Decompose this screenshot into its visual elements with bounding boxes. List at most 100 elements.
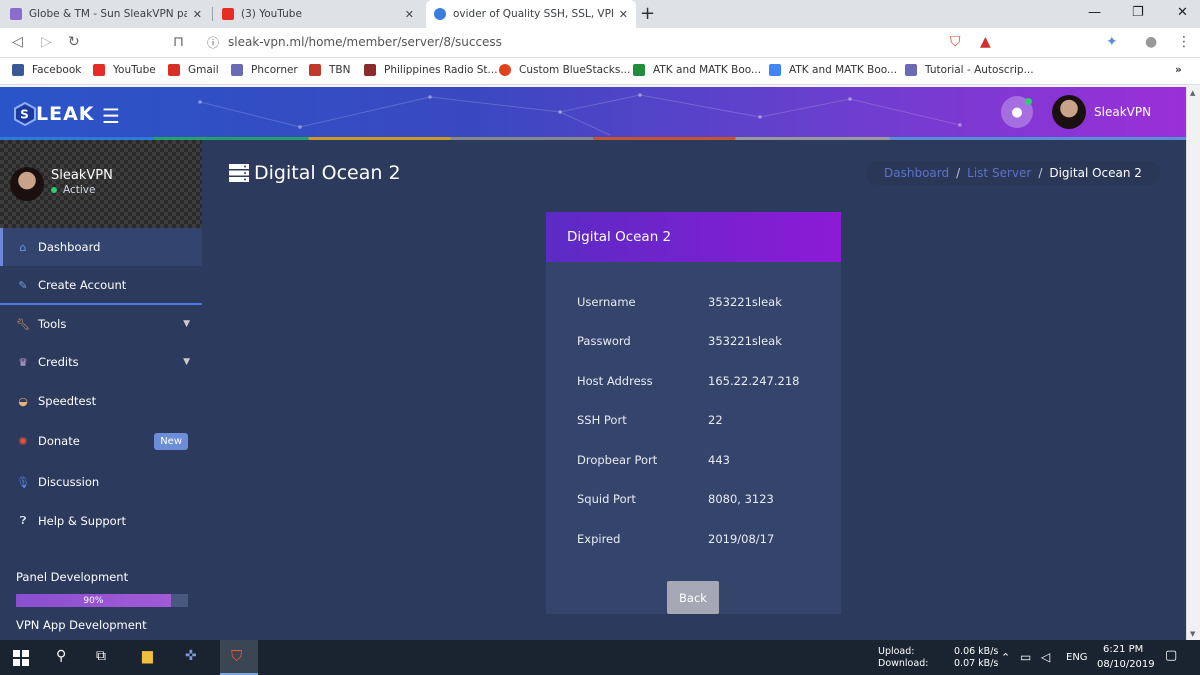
bookmark-atk-matk-2[interactable]: ATK and MATK Boo... xyxy=(769,64,897,76)
close-tab-icon[interactable]: ✕ xyxy=(405,8,414,21)
logo-text: LEAK xyxy=(36,103,95,125)
sidebar-item-discussion[interactable]: 🎙︎ Discussion xyxy=(0,463,202,501)
profile-name: SleakVPN xyxy=(51,168,113,183)
volume-icon[interactable]: ◁ xyxy=(1041,650,1050,664)
clock-date[interactable]: 08/10/2019 xyxy=(1097,659,1155,670)
bookmark-label: TBN xyxy=(329,64,351,76)
sidebar-item-credits[interactable]: ♛ Credits ▼ xyxy=(0,343,202,381)
header-username[interactable]: SleakVPN xyxy=(1094,105,1151,119)
reload-icon[interactable]: ↻ xyxy=(68,34,80,50)
breadcrumb-list-server[interactable]: List Server xyxy=(967,166,1031,180)
sheets-icon xyxy=(633,64,645,76)
notifications-icon[interactable]: ▢ xyxy=(1165,648,1177,663)
bookmark-phcorner[interactable]: Phcorner xyxy=(231,64,298,76)
bookmark-label: Phcorner xyxy=(251,64,298,76)
upload-label: Upload: xyxy=(878,646,915,657)
mic-icon: 🎙︎ xyxy=(16,475,30,489)
browser-tab-sleakvpn-panel[interactable]: Globe & TM - Sun SleakVPN panel ✕ xyxy=(2,0,210,28)
bookmark-custom-bluestacks[interactable]: Custom BlueStacks... xyxy=(499,64,630,76)
sidebar-item-speedtest[interactable]: ◒ Speedtest xyxy=(0,382,202,420)
gmail-icon xyxy=(168,64,180,76)
browser-tab-active[interactable]: ovider of Quality SSH, SSL, VPN ac ✕ xyxy=(426,0,636,28)
youtube-favicon-icon xyxy=(222,8,234,20)
header-avatar[interactable] xyxy=(1052,95,1086,129)
task-view-icon[interactable]: ⧉ xyxy=(96,648,106,664)
question-icon: ❓︎ xyxy=(19,514,27,527)
close-window-icon[interactable]: ✕ xyxy=(1177,5,1188,20)
browser-tab-youtube[interactable]: (3) YouTube ✕ xyxy=(214,0,422,28)
bookmark-icon[interactable]: ⊓ xyxy=(173,34,184,50)
detail-key: Username xyxy=(577,295,636,309)
taskbar: ⚲ ⧉ ▆ ✜ ⛉ Upload: Download: 0.06 kB/s 0.… xyxy=(0,640,1200,675)
detail-value: 8080, 3123 xyxy=(708,492,774,506)
profile-icon[interactable]: ● xyxy=(1145,34,1157,50)
minimize-icon[interactable]: — xyxy=(1088,5,1101,20)
sidebar-item-donate[interactable]: ✺ Donate New xyxy=(0,422,202,460)
bookmark-facebook[interactable]: Facebook xyxy=(12,64,81,76)
site-info-icon[interactable]: ⓘ xyxy=(207,34,219,51)
sidebar-item-label: Tools xyxy=(38,317,67,331)
new-badge: New xyxy=(154,432,188,450)
app-logo[interactable]: S LEAK xyxy=(14,102,95,126)
download-label: Download: xyxy=(878,658,929,669)
bookmark-atk-matk-1[interactable]: ATK and MATK Boo... xyxy=(633,64,761,76)
clock-time[interactable]: 6:21 PM xyxy=(1103,644,1143,655)
brave-icon: ⛉ xyxy=(231,647,243,665)
forward-nav-icon[interactable]: ▷ xyxy=(41,34,52,50)
close-tab-icon[interactable]: ✕ xyxy=(193,8,202,21)
sidebar-item-label: Discussion xyxy=(38,475,100,489)
search-icon[interactable]: ⚲ xyxy=(56,648,66,664)
brave-shield-icon[interactable]: ⛉ xyxy=(950,34,961,50)
site-favicon-icon xyxy=(434,8,446,20)
bookmark-tutorial[interactable]: Tutorial - Autoscrip... xyxy=(905,64,1034,76)
bookmark-tbn[interactable]: TBN xyxy=(309,64,350,76)
browser-menu-icon[interactable]: ⋮ xyxy=(1177,34,1191,50)
detail-row-host-address: Host Address 165.22.247.218 xyxy=(577,374,817,390)
brave-rewards-icon[interactable]: ▲ xyxy=(980,34,991,50)
bookmark-gmail[interactable]: Gmail xyxy=(168,64,219,76)
progress-title-panel: Panel Development xyxy=(16,570,129,584)
bookmark-label: ATK and MATK Boo... xyxy=(653,64,762,76)
crown-icon: ♛ xyxy=(18,355,28,369)
wrench-icon: 🔧︎ xyxy=(16,317,30,331)
download-value: 0.07 kB/s xyxy=(954,658,999,669)
page-scrollbar[interactable]: ▲ ▼ xyxy=(1186,87,1200,640)
chevron-up-icon[interactable]: ⌃ xyxy=(1001,651,1010,664)
detail-row-username: Username 353221sleak xyxy=(577,295,817,311)
back-nav-icon[interactable]: ◁ xyxy=(12,34,23,50)
sidebar-item-label: Create Account xyxy=(38,278,127,292)
file-explorer-icon[interactable]: ▆ xyxy=(142,648,153,664)
bookmark-philippines-radio[interactable]: Philippines Radio St... xyxy=(364,64,498,76)
language-indicator[interactable]: ENG xyxy=(1066,652,1088,663)
home-icon: ⌂ xyxy=(19,240,27,254)
windows-start-icon[interactable] xyxy=(13,650,29,666)
detail-value: 443 xyxy=(708,453,730,467)
detail-row-password: Password 353221sleak xyxy=(577,334,817,350)
sidebar-item-dashboard[interactable]: ⌂ Dashboard xyxy=(0,228,202,266)
bookmark-label: Custom BlueStacks... xyxy=(519,64,631,76)
restore-icon[interactable]: ❐ xyxy=(1132,5,1144,20)
facebook-icon xyxy=(12,64,24,76)
tab-separator xyxy=(212,7,213,21)
breadcrumb-dashboard[interactable]: Dashboard xyxy=(884,166,949,180)
gauge-icon: ◒ xyxy=(18,394,28,408)
upload-value: 0.06 kB/s xyxy=(954,646,999,657)
extension-icon[interactable]: ✦ xyxy=(1106,34,1118,50)
more-bookmarks-button[interactable]: » xyxy=(1175,64,1182,76)
address-bar[interactable]: sleak-vpn.ml/home/member/server/8/succes… xyxy=(228,35,502,49)
app-icon[interactable]: ✜ xyxy=(185,648,197,664)
network-icon[interactable]: ▭ xyxy=(1020,650,1031,664)
sidebar-item-create-account[interactable]: ✎ Create Account xyxy=(0,267,202,305)
new-tab-button[interactable]: + xyxy=(640,3,655,24)
hamburger-menu-icon[interactable]: ☰ xyxy=(102,104,120,128)
hexagon-logo-icon: S xyxy=(14,102,36,126)
scroll-up-icon[interactable]: ▲ xyxy=(1190,89,1195,97)
bookmark-youtube[interactable]: YouTube xyxy=(93,64,156,76)
close-tab-icon[interactable]: ✕ xyxy=(619,8,628,21)
sidebar-item-help-support[interactable]: ❓︎ Help & Support xyxy=(0,502,202,540)
scroll-down-icon[interactable]: ▼ xyxy=(1190,630,1195,638)
back-button[interactable]: Back xyxy=(667,581,719,614)
tab-label: (3) YouTube xyxy=(241,8,302,20)
brave-taskbar-button[interactable]: ⛉ xyxy=(220,640,258,675)
sidebar-item-tools[interactable]: 🔧︎ Tools ▼ xyxy=(0,305,202,343)
